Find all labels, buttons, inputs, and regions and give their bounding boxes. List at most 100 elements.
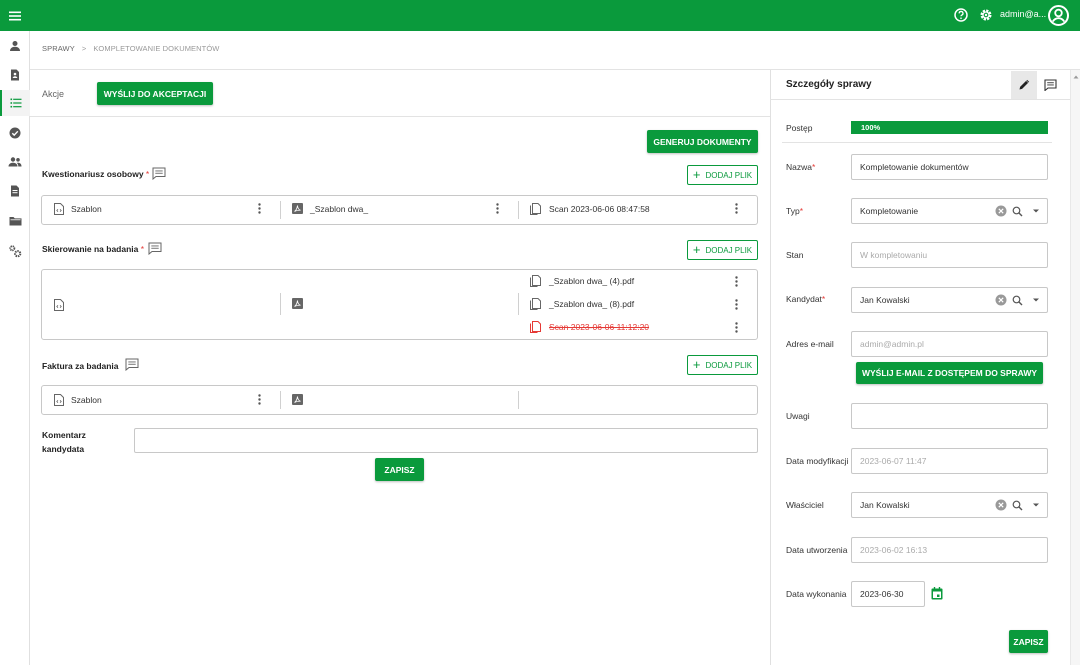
state-field[interactable]: W kompletowaniu xyxy=(851,242,1048,268)
comment-icon[interactable] xyxy=(152,167,166,180)
actions-label: Akcje xyxy=(42,89,65,99)
column-divider xyxy=(280,293,281,315)
more-vert-icon[interactable] xyxy=(492,201,502,215)
search-icon[interactable] xyxy=(1012,206,1023,217)
notes-field[interactable] xyxy=(851,403,1048,429)
progress-bar: 100% xyxy=(851,121,1048,134)
add-file-label: DODAJ PLIK xyxy=(705,170,753,180)
candidate-value: Jan Kowalski xyxy=(860,295,910,305)
more-vert-icon[interactable] xyxy=(254,392,264,406)
settings-icon[interactable] xyxy=(979,8,993,22)
field-label: Nazwa xyxy=(786,162,812,172)
menu-icon[interactable] xyxy=(7,8,23,24)
top-app-bar: admin@a... xyxy=(0,0,1080,31)
more-vert-icon[interactable] xyxy=(731,320,741,334)
breadcrumb-root[interactable]: SPRAWY xyxy=(42,44,75,53)
required-mark: * xyxy=(811,162,816,172)
search-icon[interactable] xyxy=(1012,295,1023,306)
section-label-personal-questionnaire: Kwestionariusz osobowy * xyxy=(42,169,149,179)
add-file-label: DODAJ PLIK xyxy=(705,245,753,255)
chevron-down-icon[interactable] xyxy=(1031,500,1041,510)
more-vert-icon[interactable] xyxy=(731,201,741,215)
save-comment-button[interactable]: ZAPISZ xyxy=(375,458,424,481)
help-icon[interactable] xyxy=(954,8,968,22)
comment-icon[interactable] xyxy=(148,242,162,255)
scroll-up-icon xyxy=(1073,75,1079,79)
save-details-button[interactable]: ZAPISZ xyxy=(1009,630,1048,653)
more-vert-icon[interactable] xyxy=(254,201,264,215)
owner-select[interactable]: Jan Kowalski xyxy=(851,492,1048,518)
name-field[interactable]: Kompletowanie dokumentów xyxy=(851,154,1048,180)
check-circle-icon[interactable] xyxy=(0,120,30,146)
person-icon[interactable] xyxy=(0,33,30,59)
pdf-file[interactable] xyxy=(292,298,310,309)
required-mark: * xyxy=(145,169,150,179)
type-select[interactable]: Kompletowanie xyxy=(851,198,1048,224)
more-vert-icon[interactable] xyxy=(731,297,741,311)
contact-document-icon[interactable] xyxy=(0,62,30,88)
add-file-button[interactable]: + DODAJ PLIK xyxy=(687,165,758,185)
clear-icon[interactable] xyxy=(995,205,1007,217)
account-circle-icon[interactable] xyxy=(1047,4,1070,27)
section-title: Kwestionariusz osobowy xyxy=(42,169,144,179)
add-file-label: DODAJ PLIK xyxy=(705,360,753,370)
copy-file-icon xyxy=(530,275,542,287)
calendar-icon[interactable] xyxy=(931,587,943,600)
settings-cogs-icon[interactable] xyxy=(0,238,30,264)
send-access-email-button[interactable]: WYŚLIJ E-MAIL Z DOSTĘPEM DO SPRAWY xyxy=(856,362,1043,384)
pdf-file[interactable]: _Szablon dwa_ xyxy=(292,203,368,214)
chevron-down-icon[interactable] xyxy=(1031,206,1041,216)
send-for-approval-button[interactable]: WYŚLIJ DO AKCEPTACJI xyxy=(97,82,213,105)
candidate-select[interactable]: Jan Kowalski xyxy=(851,287,1048,313)
file-name: Szablon xyxy=(71,204,102,214)
modified-date-field: 2023-06-07 11:47 xyxy=(851,448,1048,474)
clear-icon[interactable] xyxy=(995,294,1007,306)
scan-file[interactable]: Scan 2023-06-06 08:47:58 xyxy=(530,203,650,215)
plus-icon: + xyxy=(692,242,701,257)
list-icon[interactable] xyxy=(0,90,30,116)
user-name[interactable]: admin@a... xyxy=(1000,9,1046,19)
created-date-label: Data utworzenia xyxy=(786,545,848,555)
clear-icon[interactable] xyxy=(995,499,1007,511)
group-icon[interactable] xyxy=(0,149,30,175)
folder-icon[interactable] xyxy=(0,208,30,234)
comments-icon[interactable] xyxy=(1037,71,1063,99)
file-row xyxy=(41,195,758,225)
candidate-comment-input[interactable] xyxy=(134,428,758,453)
file-name: Scan 2023-06-06 08:47:58 xyxy=(549,204,650,214)
template-file[interactable] xyxy=(54,299,71,311)
email-label: Adres e-mail xyxy=(786,339,834,349)
email-field[interactable]: admin@admin.pl xyxy=(851,331,1048,357)
more-vert-icon[interactable] xyxy=(731,274,741,288)
side-navigation xyxy=(0,31,30,665)
pdf-file[interactable]: _Szablon dwa_ (8).pdf xyxy=(530,298,634,310)
edit-icon[interactable] xyxy=(1011,71,1037,99)
generate-documents-button[interactable]: GENERUJ DOKUMENTY xyxy=(647,130,758,153)
divider xyxy=(30,116,770,117)
section-label-medical-referral: Skierowanie na badania * xyxy=(42,244,144,254)
type-value: Kompletowanie xyxy=(860,206,919,216)
search-icon[interactable] xyxy=(1012,500,1023,511)
add-file-button[interactable]: + DODAJ PLIK xyxy=(687,355,758,375)
template-file[interactable]: Szablon xyxy=(54,394,102,406)
candidate-comment-label: Komentarz kandydata xyxy=(42,428,86,456)
pdf-file[interactable]: _Szablon dwa_ (4).pdf xyxy=(530,275,634,287)
template-file[interactable]: Szablon xyxy=(54,203,102,215)
pdf-file[interactable] xyxy=(292,394,310,405)
pdf-icon xyxy=(292,298,303,309)
created-date-field: 2023-06-02 16:13 xyxy=(851,537,1048,563)
file-name: _Szablon dwa_ xyxy=(310,203,369,214)
deleted-scan-file[interactable]: Scan 2023-06-06 11:12:20 xyxy=(530,321,649,333)
chevron-down-icon[interactable] xyxy=(1031,295,1041,305)
label-line: Komentarz xyxy=(42,430,86,440)
field-label: Typ xyxy=(786,206,800,216)
comment-icon[interactable] xyxy=(125,358,139,371)
document-icon[interactable] xyxy=(0,178,30,204)
column-divider xyxy=(518,293,519,315)
due-date-field[interactable]: 2023-06-30 xyxy=(851,581,925,607)
breadcrumb: SPRAWY > KOMPLETOWANIE DOKUMENTÓW xyxy=(42,44,219,53)
scrollbar[interactable] xyxy=(1070,70,1080,665)
add-file-button[interactable]: + DODAJ PLIK xyxy=(687,240,758,260)
file-name: Szablon xyxy=(71,395,102,405)
file-name: _Szablon dwa_ (8).pdf xyxy=(549,299,635,309)
